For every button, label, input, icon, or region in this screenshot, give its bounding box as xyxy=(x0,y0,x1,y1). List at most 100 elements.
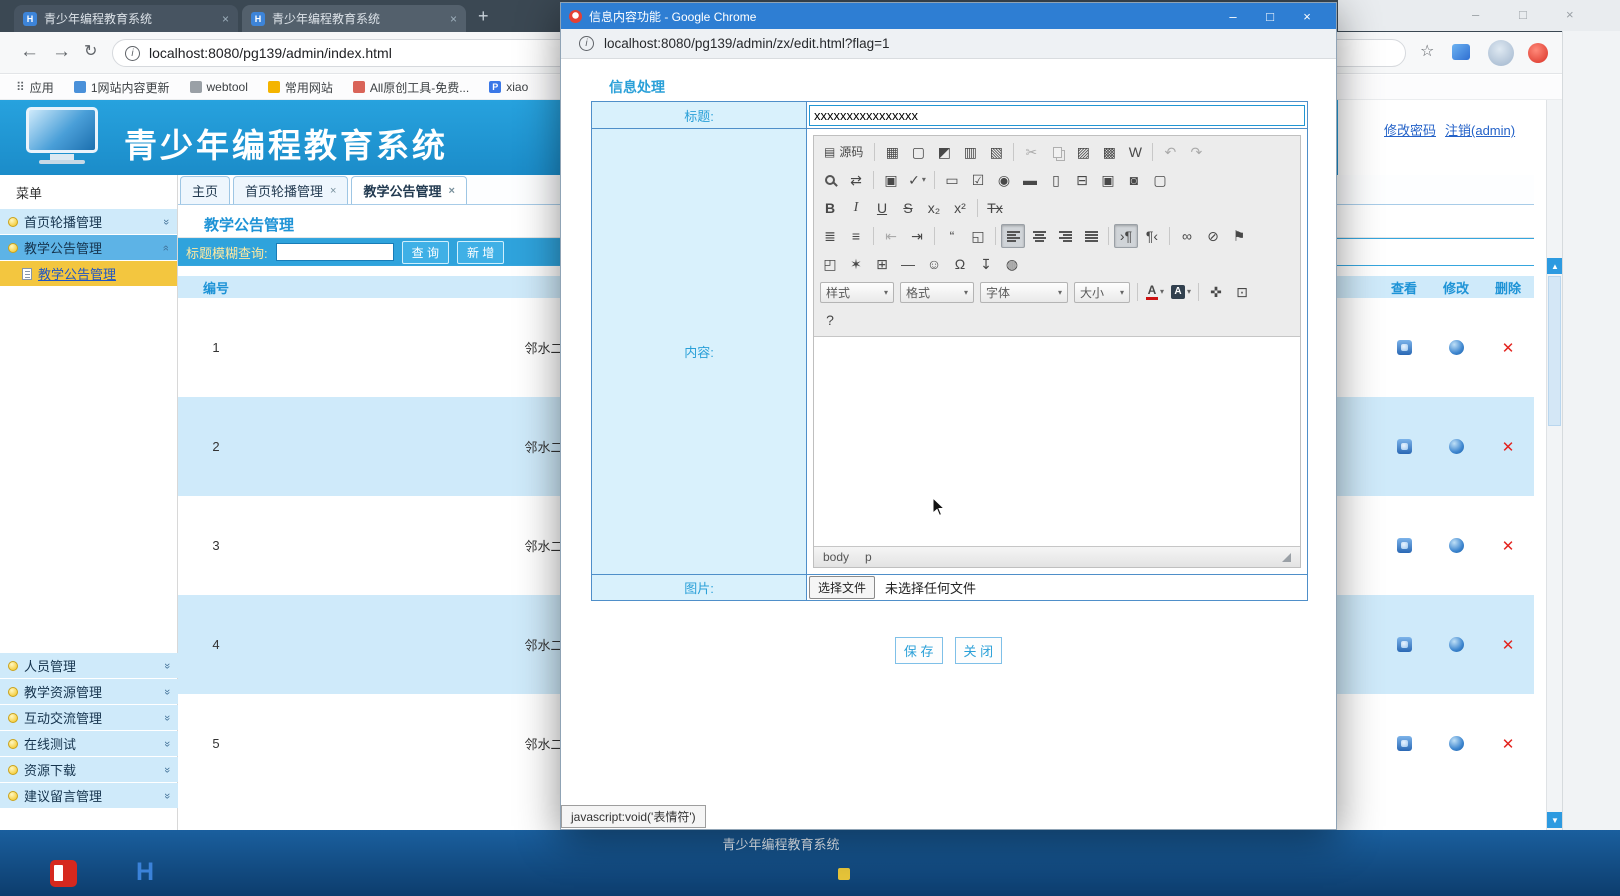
horizontal-rule-icon[interactable]: ― xyxy=(896,252,920,276)
browser-menu-icon[interactable] xyxy=(1528,43,1548,63)
delete-icon[interactable]: ✕ xyxy=(1502,735,1515,753)
search-input[interactable] xyxy=(275,243,394,261)
subscript-icon[interactable]: x₂ xyxy=(922,196,946,220)
italic-icon[interactable]: I xyxy=(844,196,868,220)
sidebar-item-interaction[interactable]: 互动交流管理 » xyxy=(0,705,178,730)
browser-tab-2[interactable]: H 青少年编程教育系统 × xyxy=(242,5,466,32)
scroll-down-icon[interactable]: ▼ xyxy=(1547,812,1563,828)
sidebar-item-resources[interactable]: 教学资源管理 » xyxy=(0,679,178,704)
delete-icon[interactable]: ✕ xyxy=(1502,438,1515,456)
query-button[interactable]: 查 询 xyxy=(401,240,449,264)
link-icon[interactable]: ∞ xyxy=(1175,224,1199,248)
insert-image-icon[interactable]: ◰ xyxy=(818,252,842,276)
find-icon[interactable] xyxy=(818,168,842,192)
align-right-icon[interactable] xyxy=(1053,224,1077,248)
add-button[interactable]: 新 增 xyxy=(456,240,505,264)
paste-icon[interactable]: ▨ xyxy=(1071,140,1095,164)
format-dropdown[interactable]: 格式 ▾ xyxy=(900,281,974,303)
sidebar-item-suggestions[interactable]: 建议留言管理 » xyxy=(0,783,178,808)
popup-close-icon[interactable]: × xyxy=(1292,9,1322,24)
delete-icon[interactable]: ✕ xyxy=(1502,339,1515,357)
choose-file-button[interactable]: 选择文件 xyxy=(809,576,876,599)
font-dropdown[interactable]: 字体 ▾ xyxy=(980,281,1068,303)
div-container-icon[interactable]: ◱ xyxy=(966,224,990,248)
align-justify-icon[interactable] xyxy=(1079,224,1103,248)
underline-icon[interactable]: U xyxy=(870,196,894,220)
undo-icon[interactable]: ↶ xyxy=(1158,140,1182,164)
scroll-up-icon[interactable]: ▲ xyxy=(1547,258,1563,274)
indent-icon[interactable]: ⇥ xyxy=(905,224,929,248)
element-path-p[interactable]: p xyxy=(865,550,872,564)
bold-icon[interactable]: B xyxy=(818,196,842,220)
editor-content-area[interactable] xyxy=(814,337,1300,546)
page-scrollbar[interactable]: ▲ ▼ xyxy=(1546,100,1563,830)
window-close-icon[interactable]: × xyxy=(1566,7,1574,22)
textarea-icon[interactable]: ▯ xyxy=(1044,168,1068,192)
edit-icon[interactable] xyxy=(1448,736,1464,751)
window-minimize-icon[interactable]: – xyxy=(1472,7,1479,22)
preview-icon[interactable]: ◩ xyxy=(932,140,956,164)
sidebar-item-carousel[interactable]: 首页轮播管理 » xyxy=(0,209,177,234)
hidden-field-icon[interactable]: ▢ xyxy=(1148,168,1172,192)
edit-icon[interactable] xyxy=(1448,340,1464,355)
view-icon[interactable] xyxy=(1396,736,1412,751)
bookmark-item[interactable]: 1网站内容更新 xyxy=(73,79,170,96)
show-blocks-icon[interactable]: ⊡ xyxy=(1230,280,1254,304)
tab-close-icon[interactable]: × xyxy=(448,185,454,197)
strikethrough-icon[interactable]: S xyxy=(896,196,920,220)
iframe-icon[interactable]: ◍ xyxy=(1000,252,1024,276)
forward-icon[interactable]: → xyxy=(52,41,71,63)
special-char-icon[interactable]: Ω xyxy=(948,252,972,276)
text-field-icon[interactable]: ▬ xyxy=(1018,168,1042,192)
scrollbar-thumb[interactable] xyxy=(1548,276,1561,426)
popup-urlbar[interactable]: localhost:8080/pg139/admin/zx/edit.html?… xyxy=(561,29,1336,59)
radio-icon[interactable]: ◉ xyxy=(992,168,1016,192)
edit-icon[interactable] xyxy=(1448,439,1464,454)
site-info-icon[interactable] xyxy=(125,45,140,61)
view-icon[interactable] xyxy=(1396,340,1412,355)
tab-close-icon[interactable]: × xyxy=(450,12,457,26)
image-button-icon[interactable]: ◙ xyxy=(1122,168,1146,192)
sidebar-item-personnel[interactable]: 人员管理 » xyxy=(0,653,178,678)
templates-icon[interactable]: ▧ xyxy=(984,140,1008,164)
source-button[interactable]: ▤ 源码 xyxy=(818,140,869,164)
save-button[interactable]: 保 存 xyxy=(894,637,943,664)
bookmark-item[interactable]: 常用网站 xyxy=(267,79,333,96)
browser-tab-1[interactable]: H 青少年编程教育系统 × xyxy=(14,5,238,32)
window-maximize-icon[interactable]: □ xyxy=(1519,7,1527,22)
new-tab-button[interactable]: + xyxy=(478,6,489,27)
form-field-icon[interactable]: ▭ xyxy=(940,168,964,192)
bookmark-item[interactable]: All原创工具-免费... xyxy=(352,79,469,96)
bookmark-item[interactable]: P xiao xyxy=(489,80,528,94)
about-editor-icon[interactable]: ? xyxy=(818,308,842,332)
edit-icon[interactable] xyxy=(1448,538,1464,553)
insert-table-icon[interactable]: ⊞ xyxy=(870,252,894,276)
logout-link[interactable]: 注销(admin) xyxy=(1445,120,1515,139)
tab-announcement[interactable]: 教学公告管理 × xyxy=(351,176,467,204)
anchor-icon[interactable]: ⚑ xyxy=(1227,224,1251,248)
edit-icon[interactable] xyxy=(1448,637,1464,652)
view-icon[interactable] xyxy=(1396,637,1412,652)
unlink-icon[interactable]: ⊘ xyxy=(1201,224,1225,248)
tab-close-icon[interactable]: × xyxy=(222,12,229,26)
maximize-editor-icon[interactable]: ✜ xyxy=(1204,280,1228,304)
site-info-icon[interactable] xyxy=(579,36,594,51)
profile-avatar[interactable] xyxy=(1488,40,1514,66)
text-color-button[interactable]: A ▾ xyxy=(1143,280,1167,304)
numbered-list-icon[interactable]: ≣ xyxy=(818,224,842,248)
flash-icon[interactable]: ✶ xyxy=(844,252,868,276)
paste-word-icon[interactable]: W xyxy=(1123,140,1147,164)
checkbox-icon[interactable]: ☑ xyxy=(966,168,990,192)
align-center-icon[interactable] xyxy=(1027,224,1051,248)
redo-icon[interactable]: ↷ xyxy=(1184,140,1208,164)
blockquote-icon[interactable]: “ xyxy=(940,224,964,248)
background-color-button[interactable]: A ▾ xyxy=(1169,280,1193,304)
view-icon[interactable] xyxy=(1396,538,1412,553)
copy-icon[interactable] xyxy=(1045,140,1069,164)
superscript-icon[interactable]: x² xyxy=(948,196,972,220)
title-input[interactable] xyxy=(809,104,1305,126)
select-field-icon[interactable]: ⊟ xyxy=(1070,168,1094,192)
delete-icon[interactable]: ✕ xyxy=(1502,636,1515,654)
size-dropdown[interactable]: 大小 ▾ xyxy=(1074,281,1130,303)
element-path-body[interactable]: body xyxy=(823,550,849,564)
